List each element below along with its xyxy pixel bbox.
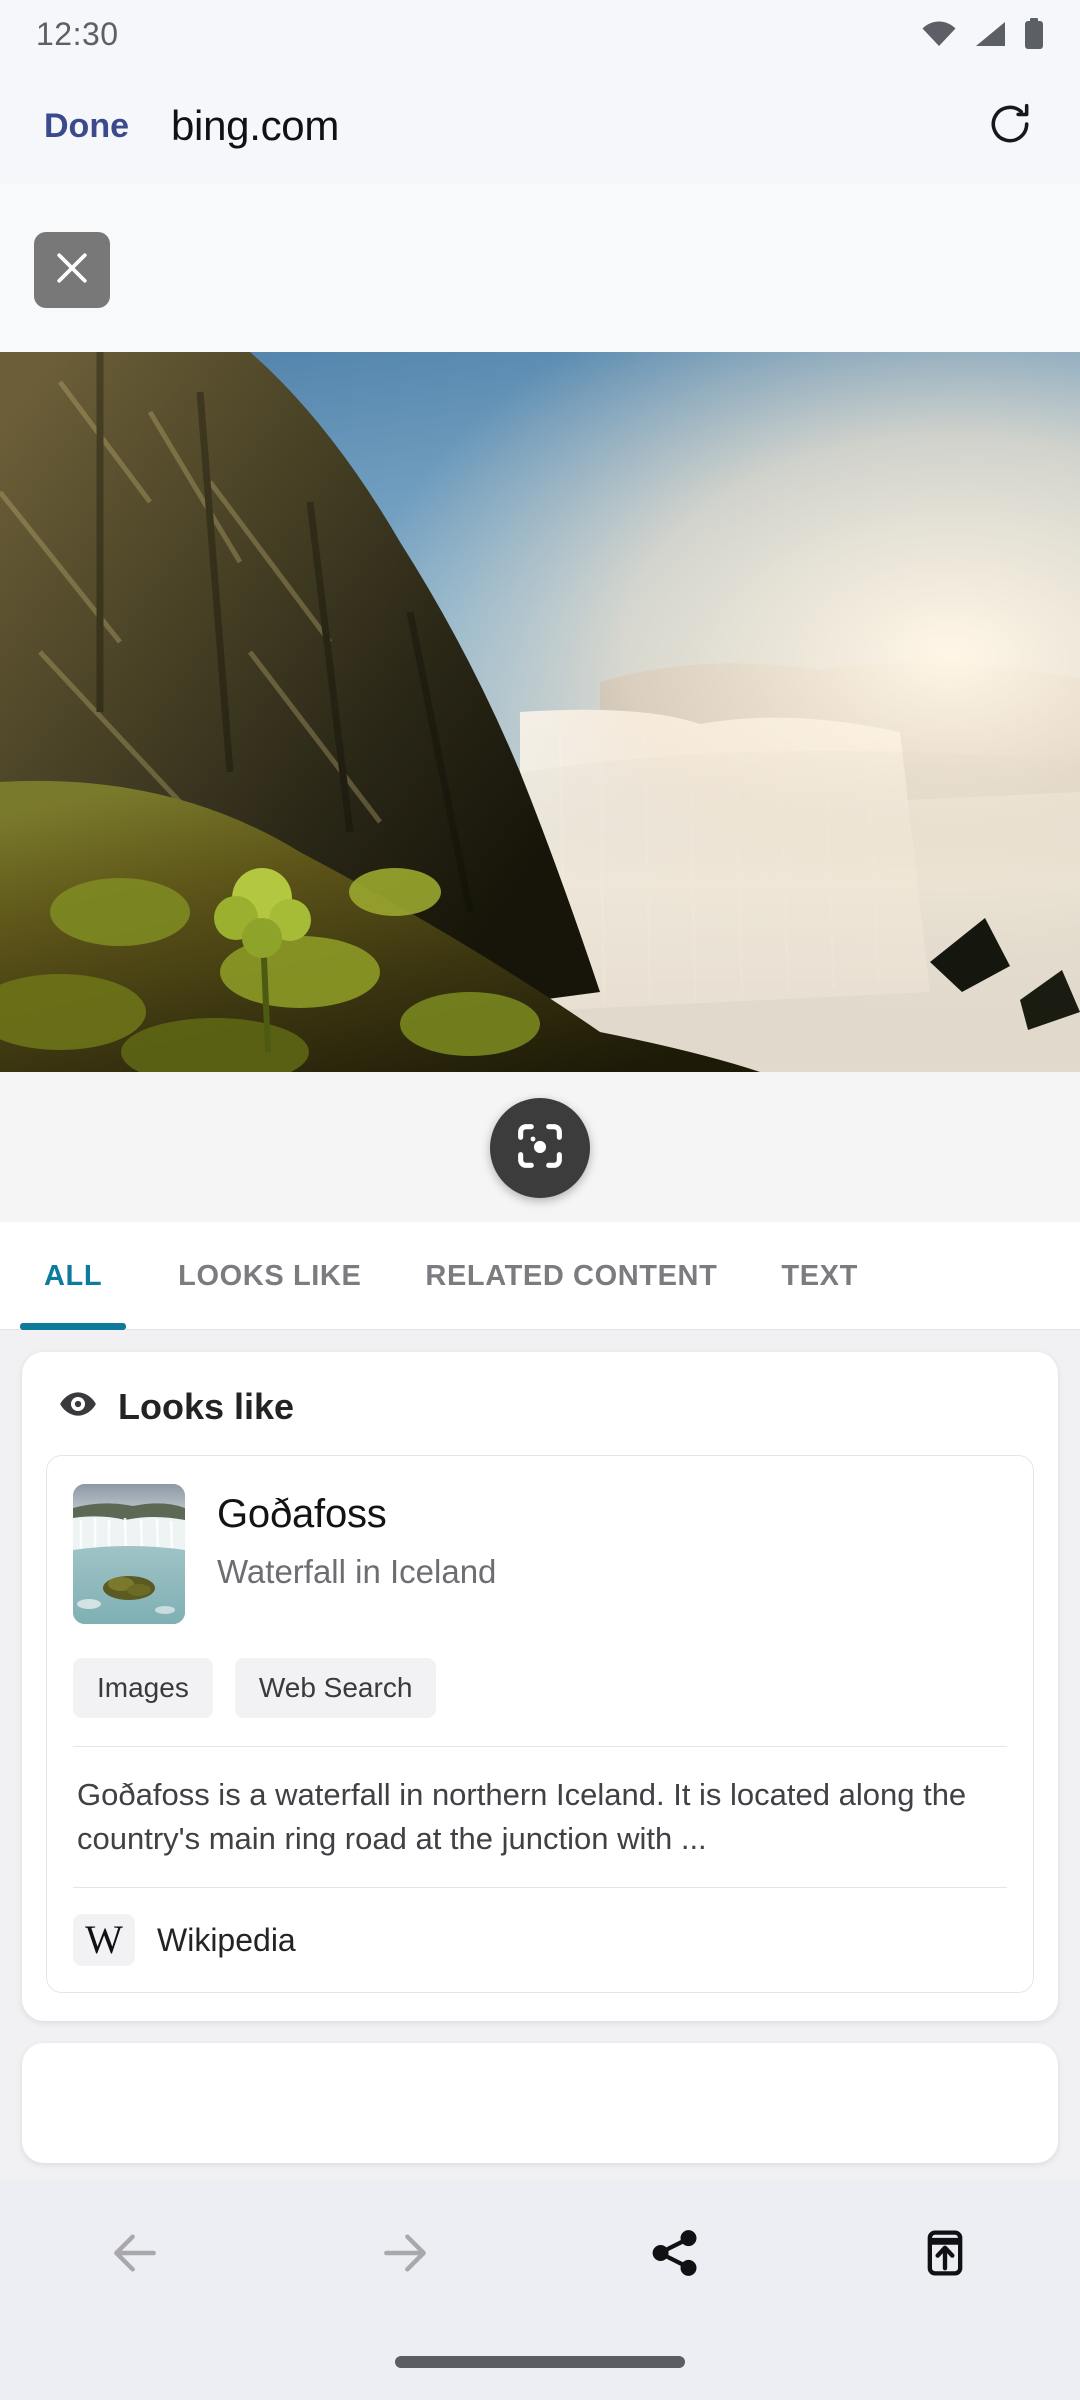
phone-screen: 12:30 Done bing.com ALL LOOKS LIKE RELAT… (0, 0, 1080, 2400)
entity-description: Goðafoss is a waterfall in northern Icel… (77, 1777, 967, 1857)
back-button[interactable] (0, 2225, 270, 2286)
lens-toolbar (0, 184, 1080, 356)
entity-thumbnail[interactable] (73, 1484, 185, 1624)
arrow-left-icon (107, 2225, 163, 2286)
tab-all[interactable]: ALL (0, 1222, 146, 1330)
chip-web-search[interactable]: Web Search (234, 1658, 437, 1718)
reload-icon (985, 99, 1035, 154)
lens-action-strip (0, 1072, 1080, 1222)
done-button[interactable]: Done (44, 107, 129, 146)
tab-looks-like[interactable]: LOOKS LIKE (146, 1222, 393, 1330)
cellular-signal-icon (974, 21, 1006, 47)
entity-result-card[interactable]: Goðafoss Waterfall in Iceland Images Web… (46, 1455, 1034, 1994)
entity-header: Goðafoss Waterfall in Iceland (73, 1484, 1007, 1624)
source-name: Wikipedia (157, 1921, 296, 1958)
next-section-card[interactable] (22, 2043, 1058, 2164)
status-bar-clock: 12:30 (36, 15, 119, 52)
battery-icon (1024, 18, 1044, 50)
share-icon (648, 2226, 702, 2285)
home-indicator (395, 2356, 685, 2368)
share-button[interactable] (540, 2226, 810, 2285)
close-icon (50, 246, 94, 295)
section-header: Looks like (46, 1378, 1034, 1455)
tab-text[interactable]: TEXT (749, 1222, 890, 1330)
wifi-icon (922, 21, 956, 47)
browser-header: Done bing.com (0, 68, 1080, 184)
reload-button[interactable] (984, 100, 1036, 152)
wikipedia-icon: W (73, 1914, 135, 1967)
close-button[interactable] (34, 232, 110, 308)
site-title: bing.com (171, 102, 340, 149)
forward-button[interactable] (270, 2225, 540, 2286)
visual-search-button[interactable] (490, 1098, 590, 1198)
arrow-right-icon (377, 2225, 433, 2286)
entity-action-chips: Images Web Search (73, 1658, 1007, 1718)
entity-name: Goðafoss (217, 1492, 387, 1536)
status-bar: 12:30 (0, 0, 1080, 68)
eye-icon (58, 1384, 98, 1429)
browser-bottom-nav (0, 2180, 1080, 2400)
entity-source[interactable]: W Wikipedia (73, 1887, 1007, 1967)
section-title: Looks like (118, 1385, 295, 1427)
open-in-browser-icon (919, 2227, 971, 2284)
chip-images[interactable]: Images (73, 1658, 213, 1718)
open-external-button[interactable] (810, 2227, 1080, 2284)
result-tabs: ALL LOOKS LIKE RELATED CONTENT TEXT (0, 1222, 1080, 1330)
entity-text: Goðafoss Waterfall in Iceland (217, 1484, 496, 1624)
looks-like-section: Looks like Goðafoss Waterfall in Iceland… (22, 1352, 1058, 2022)
status-bar-icons (922, 18, 1044, 50)
entity-subtitle: Waterfall in Iceland (217, 1553, 497, 1590)
tab-related-content[interactable]: RELATED CONTENT (393, 1222, 749, 1330)
visual-search-icon (511, 1117, 569, 1180)
results-scroll-area[interactable]: Looks like Goðafoss Waterfall in Iceland… (0, 1330, 1080, 2180)
hero-image[interactable] (0, 352, 1080, 1072)
